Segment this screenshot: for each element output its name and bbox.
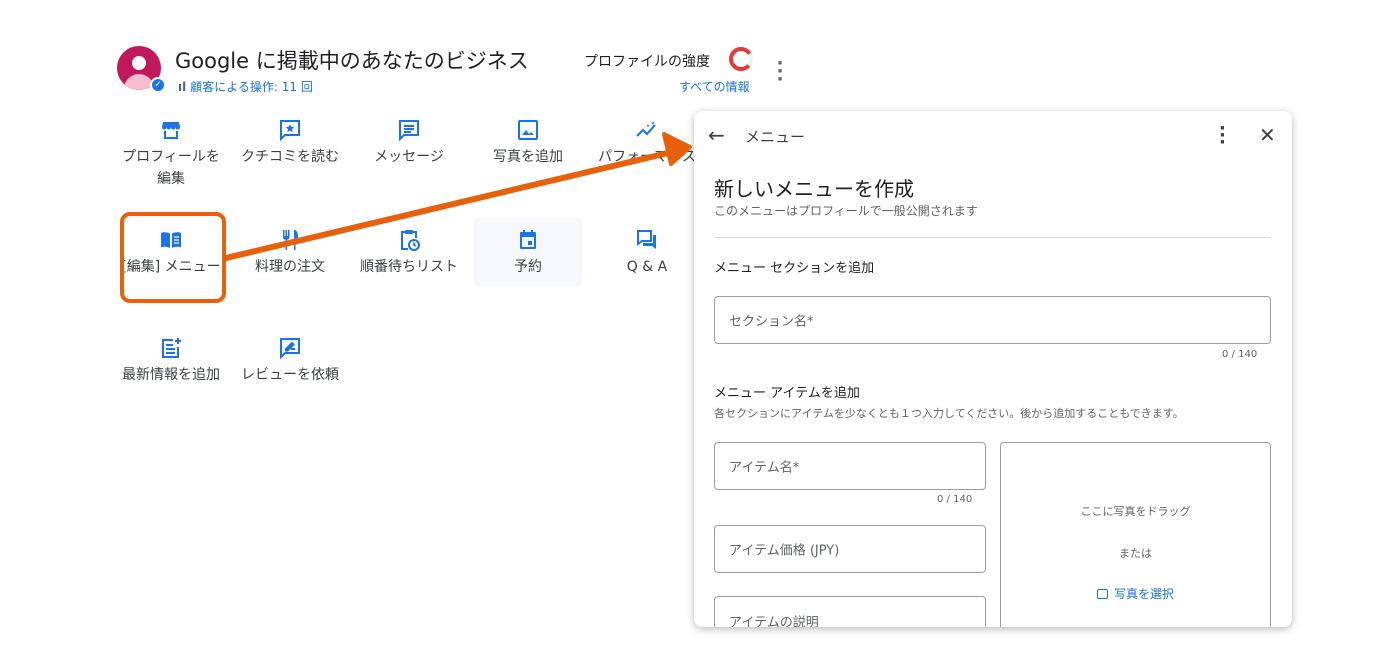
item-description-field[interactable]: アイテムの説明 [714, 596, 986, 627]
item-price-placeholder: アイテム価格 (JPY) [729, 543, 840, 559]
more-options-icon[interactable]: · · · [772, 55, 788, 89]
trending-icon [636, 121, 656, 137]
tile-label: パフォーマンス [598, 149, 696, 165]
clipboard-clock-icon [401, 230, 420, 251]
tile-label: クチコミを読む [241, 149, 339, 165]
photo-dropzone[interactable]: ここに写真をドラッグ または 写真を選択 [1000, 442, 1271, 627]
item-subheading: 各セクションにアイテムを少なくとも１つ入力してください。後から追加することもでき… [714, 407, 1184, 420]
tile-label: 予約 [514, 259, 542, 275]
qa-icon [637, 230, 656, 249]
calendar-icon [520, 230, 536, 249]
tile-waitlist[interactable]: 順番待ちリスト [355, 228, 463, 278]
item-description-placeholder: アイテムの説明 [729, 615, 819, 628]
section-name-placeholder: セクション名* [729, 314, 814, 330]
background-faint-text [1290, 270, 1310, 590]
tile-label: レビューを依頼 [241, 367, 339, 383]
tile-label: 料理の注文 [255, 259, 325, 275]
add-photo-icon [1096, 589, 1108, 599]
tile-food-order[interactable]: 料理の注文 [236, 228, 344, 278]
verified-icon: ✓ [150, 77, 166, 93]
tile-label: メッセージ [374, 149, 444, 165]
item-price-field[interactable]: アイテム価格 (JPY) [714, 525, 986, 573]
message-icon [399, 120, 419, 142]
tile-label: 写真を追加 [493, 149, 563, 165]
bar-chart-icon: ıl [178, 80, 187, 94]
annotation-highlight-box [120, 212, 226, 303]
close-icon[interactable]: ✕ [1259, 123, 1276, 147]
item-name-field[interactable]: アイテム名* [714, 442, 986, 490]
customer-actions-link[interactable]: ıl 顧客による操作: 11 回 [178, 78, 313, 95]
panel-more-options-icon[interactable]: · · · [1219, 120, 1226, 152]
panel-title: メニュー [745, 128, 806, 146]
divider [714, 237, 1271, 238]
tile-read-reviews[interactable]: クチコミを読む [236, 118, 344, 168]
storefront-icon [162, 122, 180, 139]
tile-qa[interactable]: Q & A [593, 228, 701, 278]
tile-label: プロフィールを編集 [122, 149, 220, 187]
item-name-placeholder: アイテム名* [729, 460, 800, 476]
drop-text: ここに写真をドラッグ [1080, 505, 1191, 518]
tile-reservation[interactable]: 予約 [474, 218, 582, 286]
tile-performance[interactable]: パフォーマンス [593, 118, 701, 168]
business-title: Google に掲載中のあなたのビジネス [175, 49, 529, 73]
tile-label: Q & A [626, 259, 668, 275]
all-info-link[interactable]: すべての情報 [679, 78, 750, 95]
or-text: または [1119, 547, 1152, 560]
back-arrow-icon[interactable]: ← [708, 123, 725, 147]
tile-add-post[interactable]: 最新情報を追加 [117, 336, 225, 386]
tile-messages[interactable]: メッセージ [355, 118, 463, 168]
panel-heading: 新しいメニューを作成 [714, 177, 914, 201]
section-heading: メニュー セクションを追加 [714, 261, 875, 276]
item-heading: メニュー アイテムを追加 [714, 386, 860, 401]
tile-add-photo[interactable]: 写真を追加 [474, 118, 582, 168]
tile-edit-profile[interactable]: プロフィールを編集 [117, 118, 225, 190]
select-photo-button[interactable]: 写真を選択 [1001, 585, 1270, 602]
section-name-field[interactable]: セクション名* [714, 296, 1271, 344]
tile-request-review[interactable]: レビューを依頼 [236, 336, 344, 386]
image-icon [518, 120, 538, 140]
item-name-counter: 0 / 140 [937, 494, 973, 505]
profile-strength-label: プロファイルの強度 [584, 54, 710, 70]
post-add-icon [162, 338, 181, 358]
profile-strength-ring-icon [729, 47, 753, 71]
section-name-counter: 0 / 140 [1222, 349, 1258, 360]
restaurant-icon [283, 230, 298, 250]
review-star-icon [280, 120, 300, 142]
menu-editor-panel: ← メニュー · · · ✕ 新しいメニューを作成 このメニューはプロフィールで一般… [694, 111, 1292, 627]
tile-label: 最新情報を追加 [122, 367, 220, 383]
panel-subheading: このメニューはプロフィールで一般公開されます [714, 204, 978, 218]
tile-label: 順番待ちリスト [360, 259, 458, 275]
rate-review-icon [280, 338, 300, 360]
